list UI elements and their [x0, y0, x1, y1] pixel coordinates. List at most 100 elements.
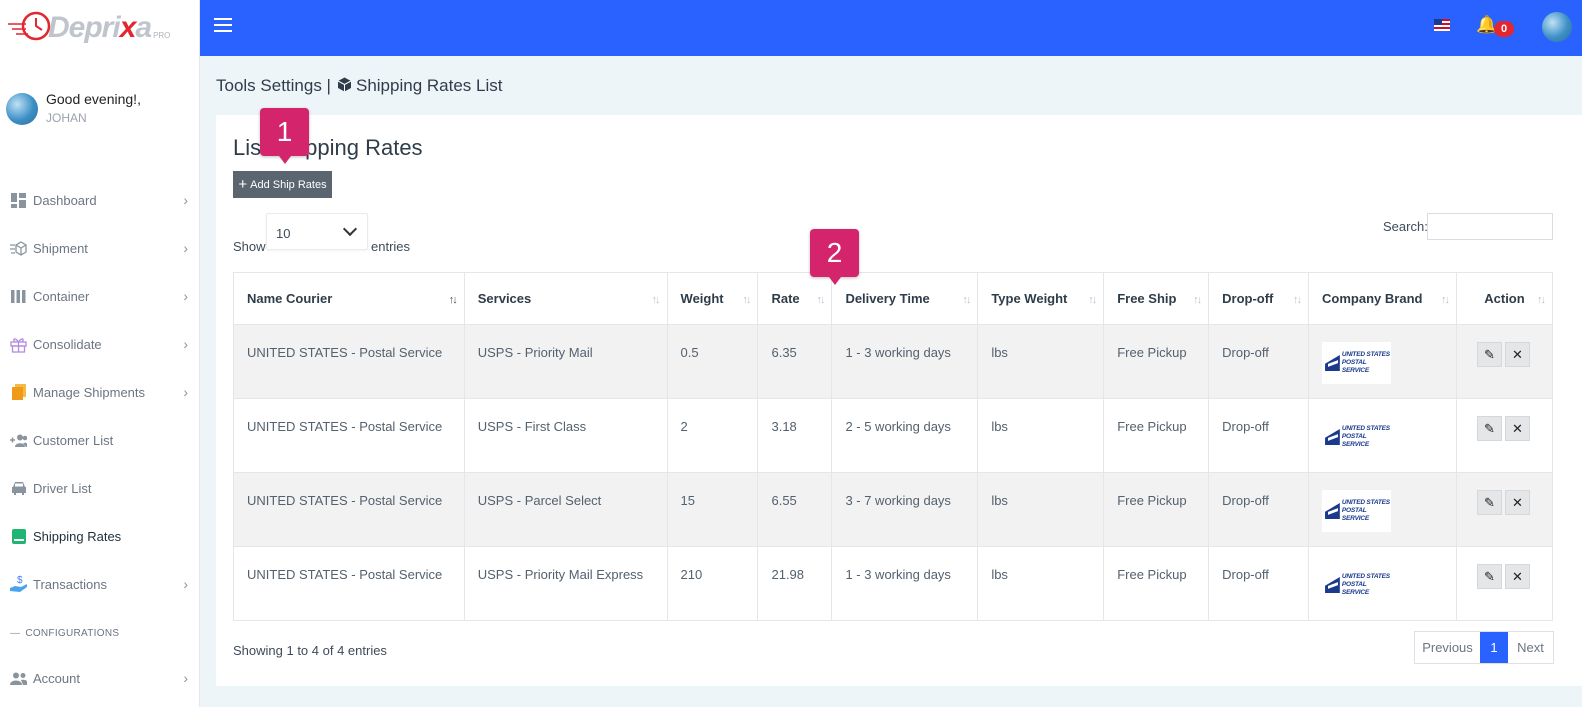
- sidebar-item-label: Transactions: [33, 576, 107, 592]
- page-size-select[interactable]: 10: [266, 213, 368, 250]
- nav-section-configurations: — CONFIGURATIONS: [0, 618, 200, 648]
- sidebar-item-label: Shipment: [33, 240, 88, 256]
- col-header-drop-off[interactable]: Drop-off ↑↓: [1208, 272, 1310, 325]
- close-icon: ✕: [1512, 494, 1523, 510]
- breadcrumb: Tools Settings | Shipping Rates List: [216, 76, 502, 96]
- greeting-text: Good evening!,: [46, 91, 141, 107]
- sidebar-item-container[interactable]: Container ›: [0, 272, 200, 320]
- usps-logo: UNITED STATES POSTAL SERVICE: [1322, 564, 1392, 606]
- sidebar-item-transactions[interactable]: $ Transactions ›: [0, 560, 200, 608]
- breadcrumb-page: Shipping Rates List: [355, 76, 503, 95]
- sort-icon: ↑↓: [1088, 294, 1097, 306]
- close-icon: ✕: [1512, 420, 1523, 436]
- edit-button[interactable]: ✎: [1476, 564, 1502, 589]
- avatar[interactable]: [6, 93, 38, 125]
- chevron-right-icon: ›: [183, 240, 188, 256]
- logo-sub: PRO: [153, 30, 171, 40]
- pagination: Previous 1 Next: [1414, 631, 1554, 664]
- col-header-services[interactable]: Services ↑↓: [463, 272, 668, 325]
- sort-icon: ↑↓: [1193, 294, 1202, 306]
- col-header-name-courier[interactable]: Name Courier ↑↓: [233, 272, 465, 325]
- section-label: CONFIGURATIONS: [25, 627, 120, 639]
- chevron-right-icon: ›: [183, 288, 188, 304]
- sidebar-item-label: Shipping Rates: [33, 528, 122, 544]
- cell-weight: 2: [666, 398, 759, 473]
- cell-service: USPS - Priority Mail: [463, 324, 668, 399]
- sidebar-item-label: Consolidate: [33, 336, 102, 352]
- usps-logo: UNITED STATES POSTAL SERVICE: [1322, 490, 1392, 532]
- cell-rate: 6.35: [757, 324, 833, 399]
- delete-button[interactable]: ✕: [1504, 564, 1530, 589]
- cell-company-brand: UNITED STATES POSTAL SERVICE: [1308, 398, 1457, 473]
- edit-button[interactable]: ✎: [1476, 490, 1502, 515]
- users-icon: [10, 670, 27, 687]
- col-header-type-weight[interactable]: Type Weight ↑↓: [977, 272, 1105, 325]
- cell-service: USPS - First Class: [463, 398, 668, 473]
- page-1-button[interactable]: 1: [1480, 632, 1508, 663]
- sidebar-item-shipping-rates[interactable]: Shipping Rates: [0, 512, 200, 560]
- col-header-free-ship[interactable]: Free Ship ↑↓: [1103, 272, 1210, 325]
- sidebar-item-driver-list[interactable]: Driver List: [0, 464, 200, 512]
- cell-service: USPS - Parcel Select: [463, 472, 668, 547]
- gift-icon: [10, 336, 27, 353]
- col-header-action[interactable]: Action ↑↓: [1455, 272, 1554, 325]
- sidebar-item-consolidate[interactable]: Consolidate ›: [0, 320, 200, 368]
- sort-icon: ↑↓: [1537, 294, 1546, 306]
- add-ship-rates-button[interactable]: + Add Ship Rates: [233, 171, 332, 198]
- cell-type-weight: lbs: [977, 472, 1105, 547]
- entries-label: entries: [371, 239, 411, 254]
- next-page-button[interactable]: Next: [1508, 632, 1553, 663]
- delete-button[interactable]: ✕: [1504, 342, 1530, 367]
- logo-clock-icon: [6, 8, 56, 48]
- profile-avatar[interactable]: [1542, 12, 1572, 42]
- col-header-rate[interactable]: Rate ↑↓: [757, 272, 833, 325]
- sort-icon: ↑↓: [742, 294, 751, 306]
- delete-button[interactable]: ✕: [1504, 490, 1530, 515]
- usps-eagle-icon: [1325, 503, 1340, 519]
- cell-company-brand: UNITED STATES POSTAL SERVICE: [1308, 546, 1457, 621]
- col-header-delivery-time[interactable]: Delivery Time ↑↓: [831, 272, 979, 325]
- cell-rate: 3.18: [757, 398, 833, 473]
- col-header-company-brand[interactable]: Company Brand ↑↓: [1308, 272, 1457, 325]
- sidebar-item-label: Container: [33, 288, 90, 304]
- logo[interactable]: Deprixa PRO: [0, 0, 199, 56]
- sidebar: Deprixa PRO Good evening!, JOHAN Dashboa…: [0, 0, 200, 707]
- cell-free-ship: Free Pickup: [1103, 398, 1210, 473]
- user-add-icon: [10, 432, 27, 449]
- edit-button[interactable]: ✎: [1476, 342, 1502, 367]
- cell-weight: 0.5: [666, 324, 759, 399]
- edit-button[interactable]: ✎: [1476, 416, 1502, 441]
- pencil-icon: ✎: [1484, 494, 1495, 510]
- us-flag-icon[interactable]: [1434, 19, 1450, 31]
- cube-icon: [337, 77, 352, 96]
- breadcrumb-section: Tools Settings |: [216, 76, 331, 95]
- col-header-weight[interactable]: Weight ↑↓: [666, 272, 759, 325]
- sidebar-item-account[interactable]: Account ›: [0, 654, 200, 702]
- sidebar-item-customer-list[interactable]: Customer List: [0, 416, 200, 464]
- usps-eagle-icon: [1325, 429, 1340, 445]
- cell-free-ship: Free Pickup: [1103, 324, 1210, 399]
- cell-actions: ✎ ✕: [1455, 398, 1554, 473]
- sidebar-item-dashboard[interactable]: Dashboard ›: [0, 176, 200, 224]
- table-row: UNITED STATES - Postal Service USPS - Pr…: [233, 546, 1554, 621]
- cell-type-weight: lbs: [977, 546, 1105, 621]
- cell-drop-off: Drop-off: [1208, 472, 1310, 547]
- cell-drop-off: Drop-off: [1208, 398, 1310, 473]
- notification-badge: 0: [1494, 21, 1514, 37]
- cell-company-brand: UNITED STATES POSTAL SERVICE: [1308, 472, 1457, 547]
- sidebar-item-manage-shipments[interactable]: Manage Shipments ›: [0, 368, 200, 416]
- sort-icon: ↑↓: [962, 294, 971, 306]
- delete-button[interactable]: ✕: [1504, 416, 1530, 441]
- shipping-rates-card: List Shipping Rates + Add Ship Rates Sho…: [216, 115, 1582, 686]
- sidebar-item-shipment[interactable]: Shipment ›: [0, 224, 200, 272]
- pencil-icon: ✎: [1484, 346, 1495, 362]
- chevron-right-icon: ›: [183, 192, 188, 208]
- cell-free-ship: Free Pickup: [1103, 546, 1210, 621]
- previous-page-button[interactable]: Previous: [1415, 632, 1480, 663]
- hamburger-menu-icon[interactable]: [214, 18, 232, 32]
- table-row: UNITED STATES - Postal Service USPS - Pa…: [233, 472, 1554, 547]
- search-input[interactable]: [1427, 213, 1553, 240]
- svg-text:$: $: [17, 575, 23, 586]
- cell-courier: UNITED STATES - Postal Service: [233, 472, 465, 547]
- cell-courier: UNITED STATES - Postal Service: [233, 398, 465, 473]
